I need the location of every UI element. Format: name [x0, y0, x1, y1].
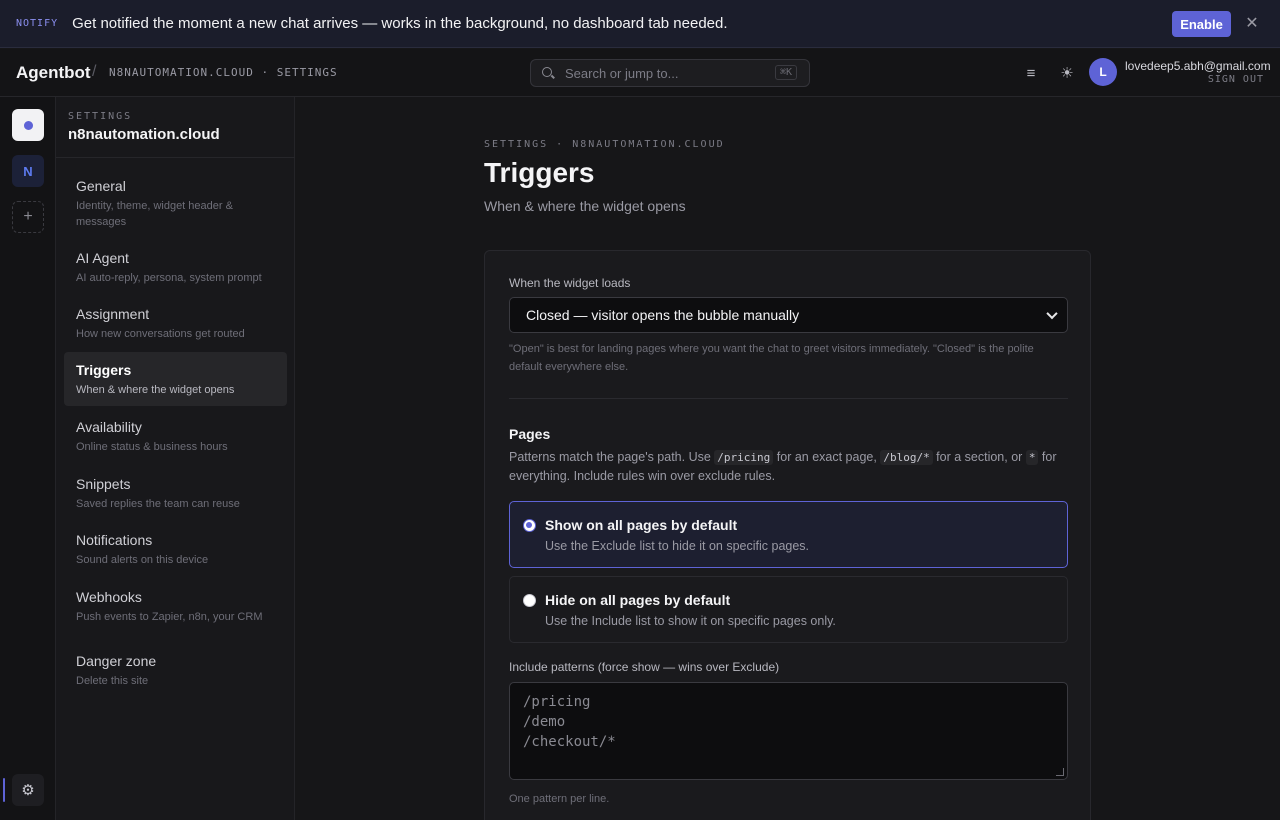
theme-toggle-icon[interactable]: ☀	[1057, 63, 1077, 83]
pattern-line: /pricing	[523, 694, 591, 710]
show-all-pages-option[interactable]: Show on all pages by default Use the Exc…	[509, 501, 1068, 568]
sidebar-item-label: Triggers	[76, 362, 132, 378]
close-icon[interactable]: ✕	[1243, 14, 1261, 32]
sidebar-item-desc: Saved replies the team can reuse	[76, 498, 240, 510]
code-wildcard: *	[1025, 450, 1039, 465]
include-patterns-label: Include patterns (force show — wins over…	[509, 660, 780, 674]
sidebar-item-assignment[interactable]: Assignment How new conversations get rou…	[64, 297, 287, 343]
sidebar-item-desc: AI auto-reply, persona, system prompt	[76, 272, 262, 284]
rail-site-button[interactable]: N	[12, 155, 44, 187]
rail-active-indicator	[3, 778, 5, 802]
sidebar-item-desc: Identity, theme, widget header & message…	[76, 200, 233, 228]
page-subtitle: When & where the widget opens	[484, 198, 686, 214]
chevron-down-icon	[1045, 308, 1059, 322]
option-title: Show on all pages by default	[545, 517, 738, 533]
sidebar-item-notifications[interactable]: Notifications Sound alerts on this devic…	[64, 523, 287, 569]
pattern-line: /demo	[523, 714, 566, 730]
sidebar-item-webhooks[interactable]: Webhooks Push events to Zapier, n8n, you…	[64, 580, 287, 626]
avatar[interactable]: L	[1089, 58, 1117, 86]
notify-banner: NOTIFY Get notified the moment a new cha…	[0, 0, 1280, 48]
search-icon	[541, 66, 555, 80]
workspace-dot-icon	[23, 120, 33, 130]
sidebar-item-desc: Delete this site	[76, 675, 149, 687]
option-title: Hide on all pages by default	[545, 592, 731, 608]
pages-section-desc: Patterns match the page's path. Use /pri…	[509, 448, 1073, 486]
sidebar-divider	[56, 157, 295, 158]
sidebar-item-label: General	[76, 178, 126, 194]
sidebar-item-label: Notifications	[76, 532, 153, 548]
notify-tag: NOTIFY	[16, 18, 59, 29]
sidebar-title: n8nautomation.cloud	[68, 126, 220, 143]
sidebar-item-triggers[interactable]: Triggers When & where the widget opens	[64, 352, 287, 406]
sidebar-item-label: AI Agent	[76, 250, 129, 266]
sidebar-item-label: Webhooks	[76, 589, 142, 605]
sidebar-eyebrow: SETTINGS	[68, 111, 133, 122]
add-site-icon[interactable]: +	[12, 201, 44, 233]
main-content: SETTINGS · N8NAUTOMATION.CLOUD Triggers …	[296, 97, 1280, 820]
gear-icon[interactable]: ⚙	[12, 774, 44, 806]
sidebar-item-snippets[interactable]: Snippets Saved replies the team can reus…	[64, 467, 287, 513]
pages-desc-text: for a section, or	[936, 450, 1023, 464]
pages-desc-text: for an exact page,	[776, 450, 877, 464]
search-shortcut: ⌘K	[774, 65, 797, 80]
section-divider	[509, 398, 1068, 399]
settings-sidebar: SETTINGS n8nautomation.cloud General Ide…	[56, 97, 295, 820]
breadcrumb: N8NAUTOMATION.CLOUD · SETTINGS	[109, 66, 338, 79]
sidebar-item-desc: When & where the widget opens	[76, 384, 235, 396]
search-input[interactable]: Search or jump to... ⌘K	[530, 59, 810, 87]
search-placeholder: Search or jump to...	[565, 65, 679, 81]
widget-load-label: When the widget loads	[509, 276, 631, 290]
notify-message: Get notified the moment a new chat arriv…	[72, 15, 728, 32]
sidebar-item-label: Assignment	[76, 306, 150, 322]
sign-out-link[interactable]: SIGN OUT	[1208, 74, 1264, 85]
site-rail: N + ⚙	[0, 97, 56, 820]
pages-desc-text: Patterns match the page's path. Use	[509, 450, 711, 464]
user-email: lovedeep5.abh@gmail.com	[1125, 59, 1271, 73]
sidebar-item-desc: How new conversations get routed	[76, 328, 245, 340]
sidebar-item-availability[interactable]: Availability Online status & business ho…	[64, 410, 287, 456]
sidebar-item-label: Danger zone	[76, 653, 157, 669]
resize-handle[interactable]	[1056, 768, 1064, 776]
sidebar-item-desc: Online status & business hours	[76, 441, 228, 453]
sidebar-item-label: Snippets	[76, 476, 131, 492]
widget-load-hint: "Open" is best for landing pages where y…	[509, 343, 1034, 373]
sidebar-item-label: Availability	[76, 419, 142, 435]
code-pricing: /pricing	[714, 450, 774, 465]
widget-load-selected: Closed — visitor opens the bubble manual…	[526, 307, 800, 323]
menu-icon[interactable]: ≡	[1021, 63, 1041, 83]
code-blog: /blog/*	[880, 450, 933, 465]
sidebar-item-desc: Sound alerts on this device	[76, 554, 209, 566]
option-desc: Use the Exclude list to hide it on speci…	[545, 539, 810, 553]
option-desc: Use the Include list to show it on speci…	[545, 614, 836, 628]
page-eyebrow: SETTINGS · N8NAUTOMATION.CLOUD	[484, 139, 725, 150]
triggers-card: When the widget loads Closed — visitor o…	[484, 250, 1091, 820]
brand-logo[interactable]: Agentbot	[16, 63, 91, 83]
rail-workspace-button[interactable]	[12, 109, 44, 141]
page-title: Triggers	[484, 157, 595, 188]
pages-section-title: Pages	[509, 426, 551, 442]
widget-load-select[interactable]: Closed — visitor opens the bubble manual…	[509, 297, 1068, 333]
include-patterns-textarea[interactable]: /pricing /demo /checkout/*	[509, 682, 1068, 780]
sidebar-item-danger-zone[interactable]: Danger zone Delete this site	[64, 644, 287, 690]
include-patterns-hint: One pattern per line.	[509, 793, 610, 805]
hide-all-pages-option[interactable]: Hide on all pages by default Use the Inc…	[509, 576, 1068, 643]
radio-checked-icon[interactable]	[523, 519, 536, 532]
sidebar-item-general[interactable]: General Identity, theme, widget header &…	[64, 169, 287, 231]
breadcrumb-separator: /	[92, 63, 97, 80]
pattern-line: /checkout/*	[523, 734, 616, 750]
enable-notifications-button[interactable]: Enable	[1172, 11, 1231, 37]
sidebar-item-desc: Push events to Zapier, n8n, your CRM	[76, 611, 263, 623]
radio-unchecked-icon[interactable]	[523, 594, 536, 607]
top-header: Agentbot / N8NAUTOMATION.CLOUD · SETTING…	[0, 49, 1280, 97]
sidebar-item-ai-agent[interactable]: AI Agent AI auto-reply, persona, system …	[64, 241, 287, 287]
